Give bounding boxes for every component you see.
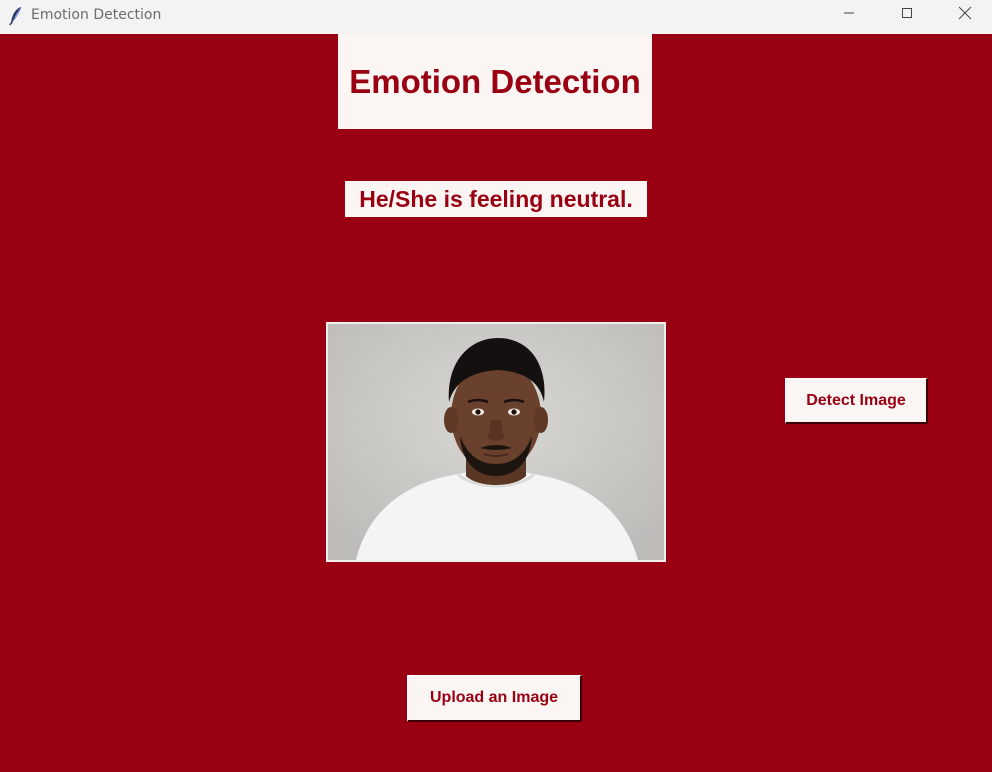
minimize-button[interactable] — [820, 0, 878, 30]
window-title: Emotion Detection — [31, 7, 162, 23]
emotion-result-label: He/She is feeling neutral. — [345, 181, 647, 217]
detect-image-button[interactable]: Detect Image — [785, 378, 928, 424]
minimize-icon — [843, 6, 855, 24]
maximize-button[interactable] — [878, 0, 936, 30]
app-heading: Emotion Detection — [338, 34, 652, 129]
feather-icon — [9, 6, 23, 26]
window-titlebar: Emotion Detection — [0, 0, 992, 34]
uploaded-image — [326, 322, 666, 562]
upload-image-button[interactable]: Upload an Image — [407, 675, 582, 722]
close-button[interactable] — [936, 0, 992, 30]
maximize-icon — [901, 6, 913, 24]
close-icon — [958, 6, 972, 25]
app-canvas: Emotion Detection He/She is feeling neut… — [0, 34, 992, 772]
